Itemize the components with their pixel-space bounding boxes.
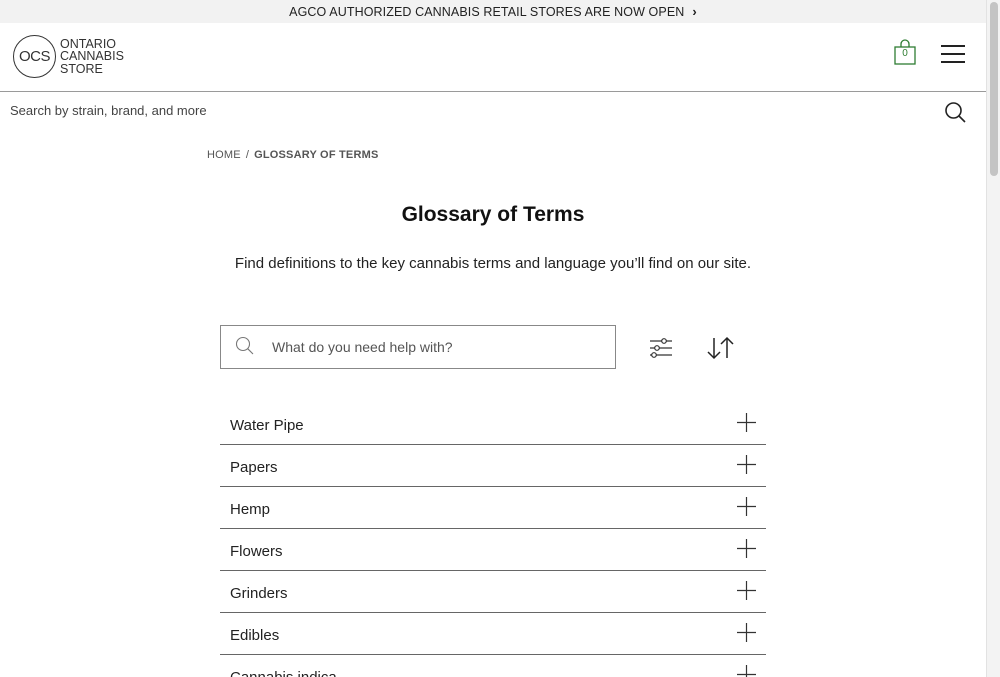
logo-line: CANNABIS	[60, 49, 124, 64]
menu-button[interactable]	[941, 45, 965, 63]
plus-icon[interactable]	[737, 455, 756, 474]
cart-count: 0	[902, 48, 908, 59]
glossary-search-input[interactable]	[272, 339, 592, 355]
glossary-item-label: Cannabis indica	[230, 669, 337, 677]
scrollbar-thumb[interactable]	[990, 2, 998, 176]
page-subtitle: Find definitions to the key cannabis ter…	[234, 255, 752, 272]
glossary-item-label: Flowers	[230, 543, 283, 560]
promo-banner[interactable]: AGCO AUTHORIZED CANNABIS RETAIL STORES A…	[0, 0, 986, 23]
ocs-logo[interactable]: OCS ONTARIO CANNABIS STORE	[13, 35, 124, 78]
glossary-item-label: Papers	[230, 459, 278, 476]
site-search-input[interactable]	[10, 103, 910, 118]
glossary-search	[220, 325, 616, 369]
glossary-item[interactable]: Flowers	[220, 529, 766, 571]
promo-text[interactable]: AGCO AUTHORIZED CANNABIS RETAIL STORES A…	[289, 5, 684, 19]
plus-icon[interactable]	[737, 665, 756, 677]
plus-icon[interactable]	[737, 581, 756, 600]
site-search	[0, 92, 986, 133]
plus-icon[interactable]	[737, 623, 756, 642]
logo-mark: OCS	[13, 35, 56, 78]
glossary-accordion: Water Pipe Papers Hemp Flowers Grinders …	[220, 403, 766, 677]
glossary-item-label: Water Pipe	[230, 417, 304, 434]
plus-icon[interactable]	[737, 539, 756, 558]
page-scrollbar[interactable]	[986, 0, 1000, 677]
search-icon	[235, 336, 254, 355]
glossary-item[interactable]: Edibles	[220, 613, 766, 655]
cart-button[interactable]: 0	[894, 39, 916, 65]
glossary-item-label: Edibles	[230, 627, 280, 644]
site-header: OCS ONTARIO CANNABIS STORE 0	[0, 23, 986, 92]
hamburger-icon-line	[941, 61, 965, 63]
plus-icon[interactable]	[737, 413, 756, 432]
search-icon[interactable]	[944, 101, 966, 123]
hamburger-icon-line	[941, 45, 965, 47]
logo-line: STORE	[60, 61, 103, 76]
glossary-item[interactable]: Papers	[220, 445, 766, 487]
page-title: Glossary of Terms	[401, 203, 585, 226]
filter-sliders-icon[interactable]	[648, 336, 674, 360]
hamburger-icon-line	[941, 53, 965, 55]
breadcrumb: HOME / GLOSSARY OF TERMS	[207, 149, 379, 161]
breadcrumb-home[interactable]: HOME	[207, 149, 241, 161]
chevron-right-icon[interactable]: ›	[692, 4, 696, 19]
logo-wordmark: ONTARIO CANNABIS STORE	[60, 38, 124, 76]
glossary-item[interactable]: Hemp	[220, 487, 766, 529]
breadcrumb-separator: /	[245, 149, 250, 161]
sort-arrows-icon[interactable]	[705, 336, 737, 360]
glossary-item-label: Grinders	[230, 585, 288, 602]
plus-icon[interactable]	[737, 497, 756, 516]
glossary-item[interactable]: Cannabis indica	[220, 655, 766, 677]
glossary-item[interactable]: Grinders	[220, 571, 766, 613]
breadcrumb-current: GLOSSARY OF TERMS	[254, 149, 379, 161]
glossary-item-label: Hemp	[230, 501, 271, 518]
glossary-item[interactable]: Water Pipe	[220, 403, 766, 445]
